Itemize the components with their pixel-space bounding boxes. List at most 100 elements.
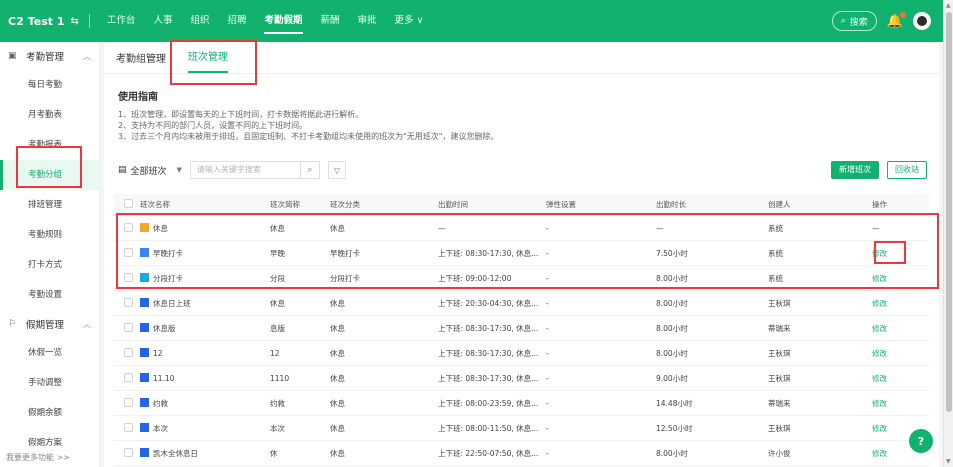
row-checkbox[interactable] — [114, 347, 140, 359]
sidebar-item[interactable]: 手动调整 — [0, 368, 99, 398]
cell-op[interactable]: 修改 — [872, 298, 929, 309]
cell-duration: — — [656, 223, 664, 233]
color-swatch — [140, 322, 149, 332]
guide-text: 1、班次管理，即设置每天的上下班时间，打卡数据将据此进行解析。 2、支持为不同的部… — [118, 109, 939, 142]
sidebar-item[interactable]: 排班管理 — [0, 190, 99, 220]
company-switcher[interactable]: C2 Test 1 ⇆ — [8, 14, 96, 28]
cell-time: 上下班: 22:50-07:50, 休息... — [438, 448, 539, 458]
cell-name: 休息版 — [140, 322, 270, 334]
cell-name: 11.10 — [140, 373, 270, 383]
row-checkbox[interactable] — [114, 372, 140, 384]
cell-flex: - — [546, 448, 549, 458]
sidebar-item[interactable]: 月考勤表 — [0, 100, 99, 130]
more-features-link[interactable]: 我要更多功能 >> — [6, 452, 70, 463]
color-swatch — [140, 247, 149, 257]
cell-creator: 蒂瑞来 — [768, 323, 791, 333]
search-label: 搜索 — [849, 17, 868, 28]
calendar-icon: ▣ — [8, 51, 17, 61]
cell-short: 1110 — [270, 373, 290, 383]
sidebar-item[interactable]: 考勤设置 — [0, 280, 99, 310]
sidebar-item[interactable]: 考勤分组 — [0, 160, 99, 190]
recycle-bin-button[interactable]: 回收站 — [887, 161, 927, 179]
scroll-up-icon[interactable]: ▲ — [946, 2, 951, 9]
sidebar-item[interactable]: 每日考勤 — [0, 70, 99, 100]
shift-filter-dropdown[interactable]: ▤ 全部班次 ▼ — [118, 164, 182, 177]
row-checkbox[interactable] — [114, 297, 140, 309]
scrollbar-thumb[interactable] — [946, 12, 952, 412]
row-checkbox[interactable] — [114, 222, 140, 234]
company-name: Test 1 — [27, 14, 65, 28]
keyword-search-input[interactable]: 请输入关键字搜索 — [189, 161, 300, 179]
row-checkbox[interactable] — [114, 247, 140, 259]
select-all-checkbox[interactable] — [114, 199, 140, 210]
cell-op[interactable]: 修改 — [872, 273, 929, 284]
nav-item[interactable]: 更多 ∨ — [386, 0, 433, 42]
sidebar-item[interactable]: 打卡方式 — [0, 250, 99, 280]
search-icon[interactable]: ⌕ — [299, 161, 320, 179]
cell-type: 休息 — [330, 348, 345, 358]
tab-bar: 考勤组管理 班次管理 — [104, 42, 939, 74]
cell-op[interactable]: 修改 — [872, 348, 929, 359]
filter-funnel-icon[interactable]: ▽ — [327, 161, 346, 179]
color-swatch — [140, 447, 149, 457]
cell-name: 休息日上班 — [140, 297, 270, 309]
sidebar-group[interactable]: ⚐ 假期管理 ︿ — [0, 310, 99, 338]
shift-name: 本次 — [153, 423, 168, 433]
avatar[interactable] — [913, 12, 931, 30]
table-row: 约救 约救 休息 上下班: 08:00-23:59, 休息... - 14.48小时 蒂瑞来… — [114, 391, 929, 416]
help-button[interactable]: ? — [909, 429, 933, 453]
nav-item[interactable]: 考勤假期 — [255, 0, 311, 42]
sidebar-item[interactable]: 假期余额 — [0, 398, 99, 428]
cell-op[interactable]: 修改 — [872, 398, 929, 409]
sidebar-group[interactable]: ▣ 考勤管理 ︿ — [0, 42, 99, 70]
row-checkbox[interactable] — [114, 272, 140, 284]
cell-flex: - — [546, 248, 549, 258]
cell-creator: 王秋琪 — [768, 373, 791, 383]
notification-dot — [900, 11, 906, 18]
row-checkbox[interactable] — [114, 422, 140, 434]
cell-type: 休息 — [330, 398, 345, 408]
color-swatch — [140, 272, 149, 282]
cell-op: — — [872, 223, 880, 233]
cell-short: 休息 — [270, 298, 285, 308]
column-header: 弹性设置 — [546, 200, 576, 209]
cell-name: 休息 — [140, 222, 270, 234]
tab-item[interactable]: 班次管理 — [188, 48, 228, 73]
column-header: 班次简称 — [270, 200, 300, 209]
sidebar-item[interactable]: 休假一览 — [0, 338, 99, 368]
table-row: 早晚打卡 早晚 早晚打卡 上下班: 08:30-17:30, 休息... - 7.50小时… — [114, 241, 929, 266]
cell-creator: 蒂瑞来 — [768, 398, 791, 408]
cell-time: — — [438, 223, 446, 233]
cell-name: 12 — [140, 348, 270, 358]
notification-bell-icon[interactable]: 🔔 — [887, 11, 906, 29]
shift-name: 休息 — [153, 223, 168, 233]
nav-item[interactable]: 工作台 — [98, 0, 145, 42]
main-nav: 工作台 人事 组织 招聘 考勤假期 薪酬 审批 更多 ∨ — [98, 0, 433, 42]
nav-item[interactable]: 组织 — [181, 0, 218, 42]
nav-item[interactable]: 薪酬 — [312, 0, 349, 42]
row-checkbox[interactable] — [114, 322, 140, 334]
add-shift-button[interactable]: 新增班次 — [831, 161, 879, 179]
sidebar-item[interactable]: 考勤规则 — [0, 220, 99, 250]
row-checkbox[interactable] — [114, 447, 140, 459]
table-row: 凯木全休息日 休 休息 上下班: 22:50-07:50, 休息... - 8.00小时 许… — [114, 441, 929, 466]
cell-creator: 系统 — [768, 223, 783, 233]
cell-type: 休息 — [330, 448, 345, 458]
cell-op[interactable]: 修改 — [872, 248, 929, 259]
global-search-button[interactable]: ⌕ 搜索 — [831, 11, 877, 31]
nav-item[interactable]: 人事 — [144, 0, 181, 42]
cell-name: 约救 — [140, 397, 270, 409]
vertical-scrollbar[interactable]: ▲ ▼ — [943, 0, 953, 467]
column-header: 操作 — [872, 200, 887, 209]
nav-item[interactable]: 招聘 — [218, 0, 255, 42]
sidebar-item[interactable]: 考勤报表 — [0, 130, 99, 160]
cell-op[interactable]: 修改 — [872, 373, 929, 384]
cell-type: 休息 — [330, 323, 345, 333]
scroll-down-icon[interactable]: ▼ — [946, 458, 951, 465]
cell-short: 休 — [270, 448, 278, 458]
nav-item[interactable]: 审批 — [349, 0, 386, 42]
row-checkbox[interactable] — [114, 397, 140, 409]
main-panel: 考勤组管理 班次管理 使用指南 1、班次管理，即设置每天的上下班时间，打卡数据将据… — [104, 42, 939, 467]
cell-op[interactable]: 修改 — [872, 323, 929, 334]
tab-item[interactable]: 考勤组管理 — [116, 50, 166, 73]
